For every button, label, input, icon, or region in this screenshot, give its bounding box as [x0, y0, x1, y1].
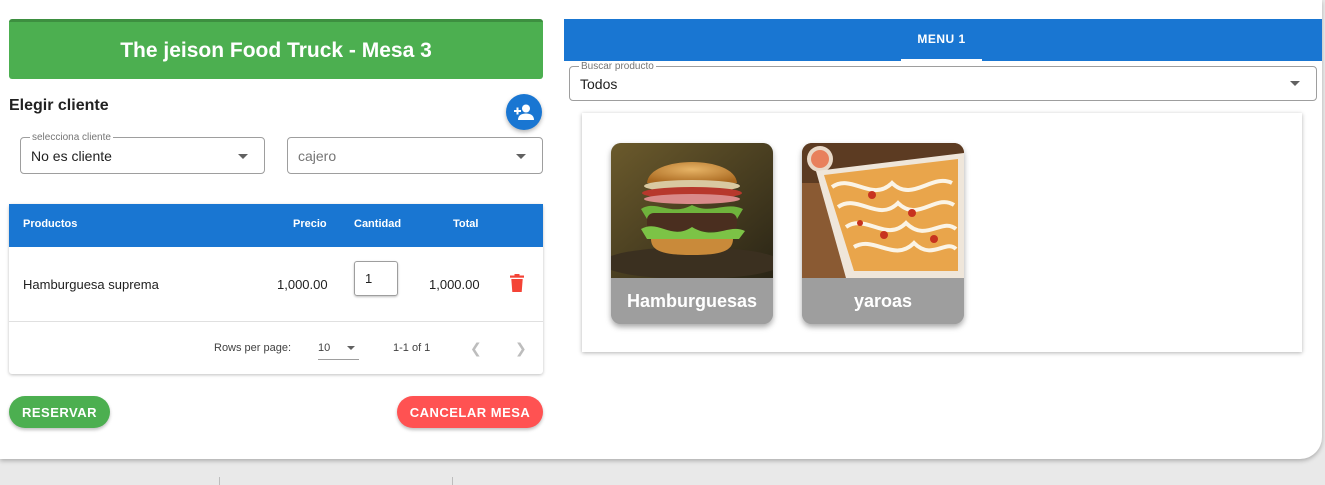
- rows-per-page-value: 10: [318, 342, 331, 354]
- category-card-hamburguesas[interactable]: Hamburguesas: [611, 143, 773, 324]
- choose-client-heading: Elegir cliente: [9, 97, 109, 114]
- client-select-label: selecciona cliente: [30, 132, 113, 143]
- product-name: Hamburguesa suprema: [23, 277, 159, 292]
- client-select-value: No es cliente: [31, 148, 112, 164]
- table-header: Productos Precio Cantidad Total: [9, 204, 543, 247]
- products-panel: Hamburguesas yaroas: [582, 113, 1302, 352]
- table-title-bar: The jeison Food Truck - Mesa 3: [9, 19, 543, 79]
- page-title: The jeison Food Truck - Mesa 3: [120, 38, 432, 62]
- column-header-products[interactable]: Productos: [23, 218, 77, 230]
- rows-per-page-select[interactable]: 10: [318, 337, 359, 360]
- category-name: Hamburguesas: [611, 278, 773, 324]
- chevron-down-icon: [1290, 81, 1300, 86]
- category-name: yaroas: [802, 278, 964, 324]
- divider: [219, 477, 220, 485]
- product-price: 1,000.00: [277, 277, 328, 292]
- pagination-range: 1-1 of 1: [393, 342, 431, 354]
- rows-per-page-label: Rows per page:: [214, 342, 292, 354]
- quantity-input[interactable]: 1: [354, 261, 398, 296]
- chevron-down-icon: [238, 154, 248, 159]
- tab-menu-1[interactable]: MENU 1: [901, 19, 982, 61]
- cashier-select-placeholder: cajero: [298, 148, 337, 164]
- column-header-total[interactable]: Total: [453, 218, 478, 230]
- chevron-left-icon[interactable]: ❮: [470, 340, 482, 357]
- product-total: 1,000.00: [429, 277, 480, 292]
- yaroa-photo: [802, 143, 964, 278]
- table-pagination: Rows per page: 10 1-1 of 1 ❮ ❯: [9, 322, 543, 374]
- person-add-icon: [514, 104, 534, 120]
- product-search-value: Todos: [580, 76, 618, 92]
- main-card: The jeison Food Truck - Mesa 3 Elegir cl…: [0, 0, 1322, 459]
- client-select[interactable]: selecciona cliente No es cliente: [20, 132, 265, 174]
- column-header-quantity[interactable]: Cantidad: [354, 218, 401, 230]
- product-search-label: Buscar producto: [579, 61, 656, 72]
- add-client-button[interactable]: [506, 94, 542, 130]
- chevron-right-icon[interactable]: ❯: [515, 340, 527, 357]
- divider: [452, 477, 453, 485]
- table-row: Hamburguesa suprema 1,000.00 1 1,000.00: [9, 247, 543, 322]
- menu-tabs-bar: MENU 1: [564, 19, 1322, 61]
- delete-icon[interactable]: [510, 274, 524, 292]
- burger-photo: [611, 143, 773, 278]
- order-table: Productos Precio Cantidad Total Hamburgu…: [9, 204, 543, 374]
- tab-menu-1-label: MENU 1: [917, 32, 966, 46]
- chevron-down-icon: [347, 346, 355, 350]
- column-header-price[interactable]: Precio: [293, 218, 327, 230]
- product-search-select[interactable]: Buscar producto Todos: [569, 61, 1317, 101]
- reserve-button-label: RESERVAR: [21, 404, 98, 420]
- cashier-select[interactable]: cajero: [287, 137, 543, 174]
- cancel-table-button-label: CANCELAR MESA: [409, 404, 531, 420]
- cancel-table-button[interactable]: CANCELAR MESA: [397, 396, 543, 428]
- reserve-button[interactable]: RESERVAR: [9, 396, 110, 428]
- chevron-down-icon: [516, 154, 526, 159]
- category-card-yaroas[interactable]: yaroas: [802, 143, 964, 324]
